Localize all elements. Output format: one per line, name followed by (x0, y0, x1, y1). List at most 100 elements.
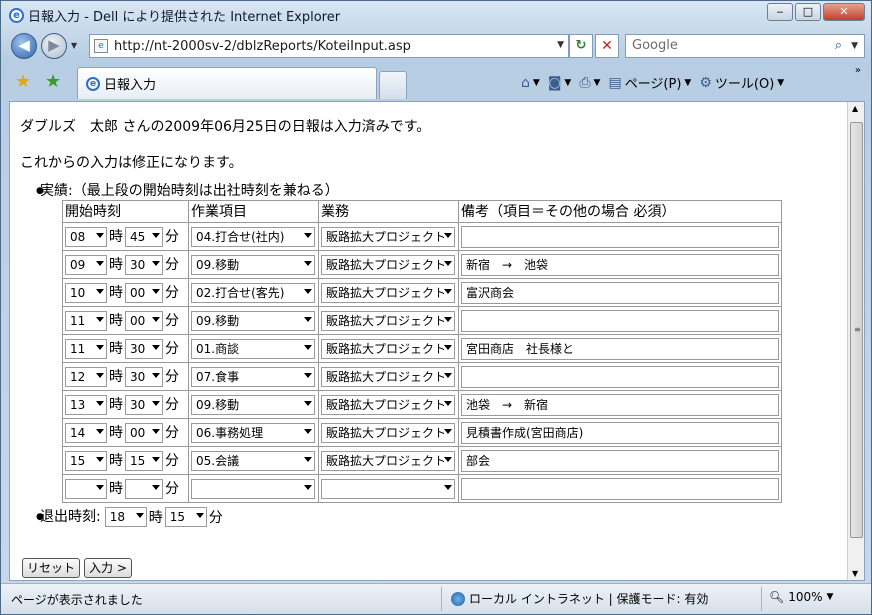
minute-unit-label: 分 (165, 369, 179, 385)
scroll-down-icon[interactable]: ▼ (852, 569, 858, 578)
new-tab-button[interactable] (379, 71, 407, 99)
address-dropdown-icon[interactable]: ▼ (557, 40, 564, 50)
hour-select[interactable]: 11 (65, 311, 107, 331)
leave-time-row: ● 退出時刻: 18 時 15 分 (20, 507, 840, 527)
note-input[interactable]: 新宿 → 池袋 (461, 253, 779, 276)
minute-select[interactable]: 30 (125, 339, 163, 359)
work-item-select[interactable]: 09.移動 (191, 254, 315, 275)
back-button[interactable]: ◀ (11, 33, 37, 59)
zoom-level: 100% (788, 590, 823, 604)
restore-button[interactable]: □ (795, 3, 821, 21)
tools-menu-button[interactable]: ⚙ ツール(O) ▼ (699, 73, 784, 93)
minute-unit-label: 分 (165, 257, 179, 273)
hour-select[interactable]: 14 (65, 423, 107, 443)
leave-minute-select[interactable]: 15 (164, 507, 207, 527)
business-select[interactable]: 販路拡大プロジェクト (321, 450, 455, 471)
security-zone[interactable]: ローカル イントラネット | 保護モード: 有効 (451, 590, 708, 607)
note-input[interactable] (461, 365, 779, 388)
submit-button[interactable]: 入力 > (84, 558, 132, 578)
address-bar[interactable]: e http://nt-2000sv-2/dblzReports/KoteiIn… (89, 34, 569, 58)
business-select[interactable] (321, 478, 455, 499)
hour-select[interactable]: 11 (65, 339, 107, 359)
business-select[interactable]: 販路拡大プロジェクト (321, 422, 455, 443)
hour-select[interactable]: 15 (65, 451, 107, 471)
hour-select[interactable]: 09 (65, 255, 107, 275)
scroll-thumb[interactable]: ≡ (850, 122, 863, 538)
start-time-cell: 08 時 45 分 (62, 222, 189, 251)
hour-value: 10 (70, 286, 86, 300)
minute-select[interactable]: 00 (125, 283, 163, 303)
minute-select[interactable] (125, 479, 163, 499)
work-item-cell: 07.食事 (188, 362, 319, 391)
favorites-star-icon[interactable]: ★ (15, 71, 31, 92)
hour-select[interactable] (65, 479, 107, 499)
refresh-button[interactable]: ↻ (569, 34, 593, 58)
work-item-value: 06.事務処理 (196, 425, 264, 440)
business-select[interactable]: 販路拡大プロジェクト (321, 338, 455, 359)
tab-label: 日報入力 (104, 78, 157, 93)
add-favorites-icon[interactable]: ★ (45, 71, 61, 92)
work-item-select[interactable]: 09.移動 (191, 394, 315, 415)
minute-select[interactable]: 00 (125, 311, 163, 331)
note-input[interactable]: 宮田商店 社長様と (461, 337, 779, 360)
hour-select[interactable]: 12 (65, 367, 107, 387)
search-box[interactable]: Google ⌕ ▼ (625, 34, 865, 58)
work-item-select[interactable]: 04.打合せ(社内) (191, 226, 315, 247)
search-input[interactable]: Google (632, 38, 678, 53)
address-text[interactable]: http://nt-2000sv-2/dblzReports/KoteiInpu… (114, 39, 411, 54)
note-input[interactable]: 部会 (461, 449, 779, 472)
work-item-select[interactable]: 09.移動 (191, 310, 315, 331)
vertical-scrollbar[interactable]: ▲ ≡ ▼ (847, 102, 864, 580)
minute-select[interactable]: 15 (125, 451, 163, 471)
hour-select[interactable]: 10 (65, 283, 107, 303)
home-button[interactable]: ⌂ ▼ (521, 75, 540, 91)
print-button[interactable]: ⎙ ▼ (579, 75, 600, 91)
leave-hour-select[interactable]: 18 (104, 507, 147, 527)
note-input[interactable]: 富沢商会 (461, 281, 779, 304)
hour-select[interactable]: 08 (65, 227, 107, 247)
business-select[interactable]: 販路拡大プロジェクト (321, 254, 455, 275)
reset-button[interactable]: リセット (22, 558, 81, 578)
business-select[interactable]: 販路拡大プロジェクト (321, 394, 455, 415)
work-item-select[interactable]: 06.事務処理 (191, 422, 315, 443)
minimize-button[interactable]: ‒ (767, 3, 793, 21)
forward-button[interactable]: ▶ (41, 33, 67, 59)
hour-unit-label: 時 (109, 481, 123, 497)
zoom-control[interactable]: 🔍︎ 100% ▼ (769, 590, 833, 604)
business-select[interactable]: 販路拡大プロジェクト (321, 310, 455, 331)
scroll-up-icon[interactable]: ▲ (852, 104, 858, 113)
chevron-down-icon (304, 260, 312, 266)
minute-select[interactable]: 00 (125, 423, 163, 443)
business-select[interactable]: 販路拡大プロジェクト (321, 226, 455, 247)
search-dropdown-icon[interactable]: ▼ (851, 35, 858, 57)
minute-select[interactable]: 30 (125, 255, 163, 275)
business-select[interactable]: 販路拡大プロジェクト (321, 282, 455, 303)
stop-button[interactable]: ✕ (595, 34, 619, 58)
work-item-cell: 02.打合せ(客先) (188, 278, 319, 307)
close-button[interactable]: ✕ (823, 3, 865, 21)
note-input[interactable] (461, 477, 779, 500)
note-input[interactable]: 池袋 → 新宿 (461, 393, 779, 416)
tab-nippou[interactable]: e 日報入力 (77, 67, 377, 99)
note-input[interactable] (461, 309, 779, 332)
work-item-select[interactable]: 05.会議 (191, 450, 315, 471)
note-input[interactable]: 見積書作成(宮田商店) (461, 421, 779, 444)
minute-select[interactable]: 45 (125, 227, 163, 247)
work-item-select[interactable]: 02.打合せ(客先) (191, 282, 315, 303)
work-item-select[interactable]: 01.商談 (191, 338, 315, 359)
start-time-cell: 12 時 30 分 (62, 362, 189, 391)
minute-select[interactable]: 30 (125, 367, 163, 387)
business-select[interactable]: 販路拡大プロジェクト (321, 366, 455, 387)
work-item-select[interactable]: 07.食事 (191, 366, 315, 387)
history-dropdown-icon[interactable]: ▼ (71, 41, 77, 50)
zoom-dropdown-icon[interactable]: ▼ (827, 592, 834, 602)
minute-select[interactable]: 30 (125, 395, 163, 415)
chevron-more-icon[interactable]: » (855, 65, 861, 76)
search-icon[interactable]: ⌕ (835, 35, 842, 57)
hour-select[interactable]: 13 (65, 395, 107, 415)
minute-unit-label: 分 (165, 229, 179, 245)
work-item-select[interactable] (191, 478, 315, 499)
feeds-button[interactable]: ◙ ▼ (548, 75, 572, 91)
note-input[interactable] (461, 225, 779, 248)
page-menu-button[interactable]: ▤ ページ(P) ▼ (608, 73, 691, 93)
